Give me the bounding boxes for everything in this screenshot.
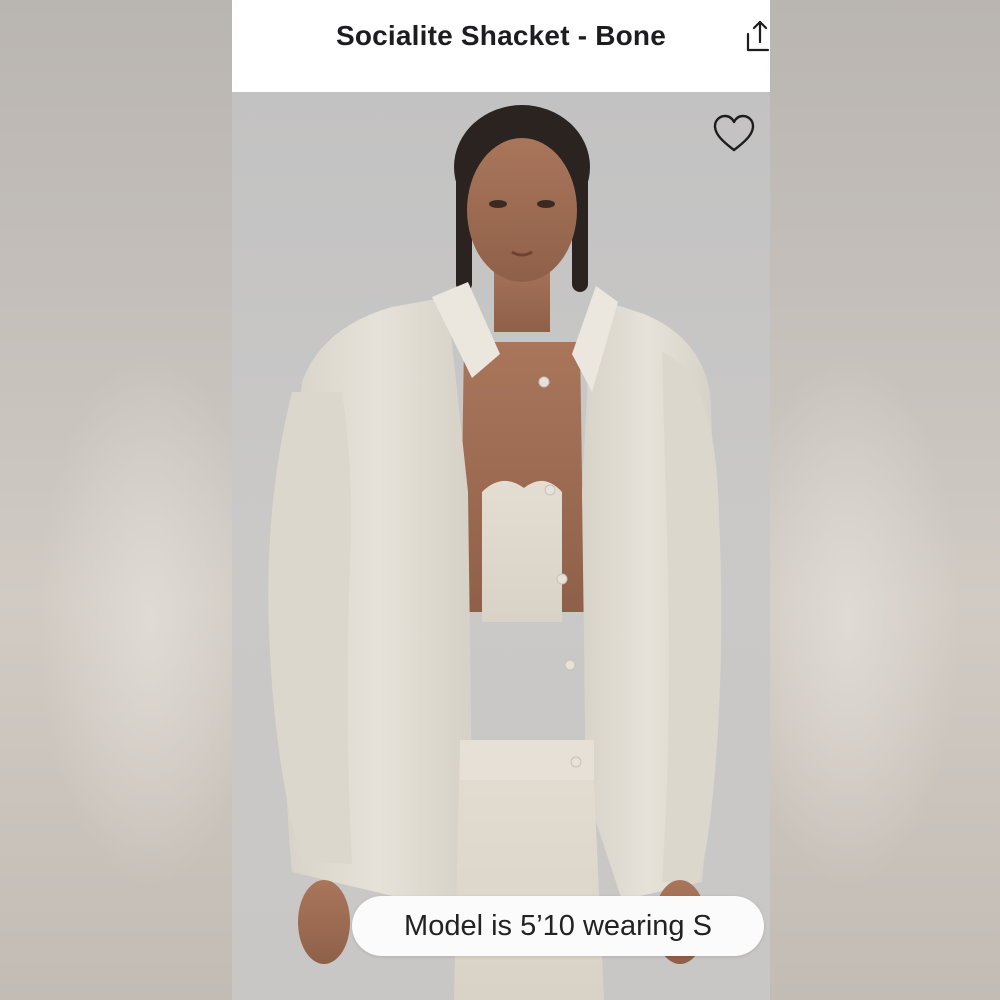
header-bar: Socialite Shacket - Bone: [232, 0, 770, 92]
model-wearing-jacket-image: [268, 105, 722, 1000]
share-button[interactable]: [742, 18, 770, 54]
blurred-background-right: [768, 0, 1000, 1000]
favorite-button[interactable]: [712, 114, 756, 154]
share-icon: [746, 20, 770, 52]
product-photo[interactable]: Model is 5’10 wearing S: [232, 92, 770, 1000]
model-size-caption-text: Model is 5’10 wearing S: [404, 909, 712, 942]
product-title: Socialite Shacket - Bone: [335, 20, 666, 51]
model-size-caption: Model is 5’10 wearing S: [352, 896, 764, 956]
blurred-background-left: [0, 0, 232, 1000]
heart-outline-icon: [713, 114, 755, 152]
screenshot-frame: Socialite Shacket - Bone Model is 5’10 w…: [0, 0, 1000, 1000]
product-screen: Socialite Shacket - Bone Model is 5’10 w…: [232, 0, 770, 1000]
